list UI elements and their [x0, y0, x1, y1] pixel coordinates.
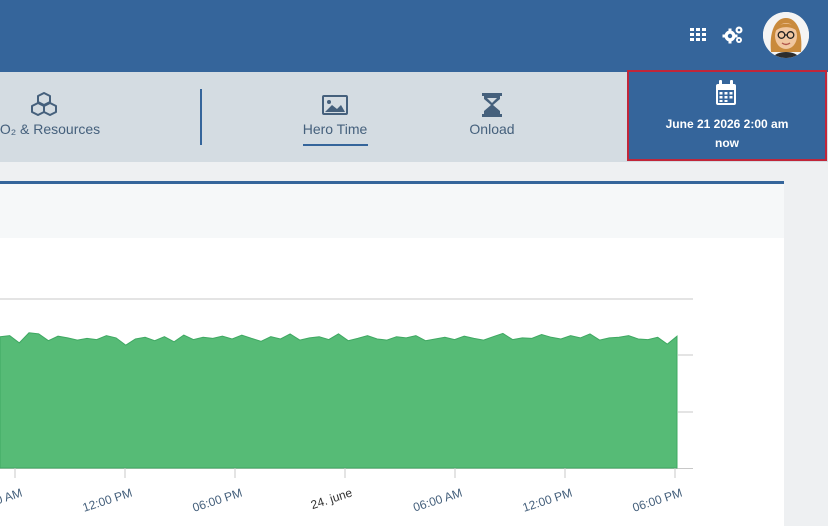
- x-tick-label: 06:00 PM: [191, 486, 244, 515]
- x-tick-label: 06:00 PM: [631, 486, 684, 515]
- x-tick-label: 06:00 AM: [0, 486, 24, 515]
- area-series: [0, 332, 678, 469]
- x-tick-label: 12:00 PM: [521, 486, 574, 515]
- x-tick-label: 12:00 PM: [81, 486, 134, 515]
- x-tick-label: 24. june: [309, 485, 354, 512]
- area-chart: 06:00 AM 12:00 PM 06:00 PM 24. june 06:00 AM…: [0, 298, 693, 515]
- x-tick-label: 06:00 AM: [411, 486, 464, 515]
